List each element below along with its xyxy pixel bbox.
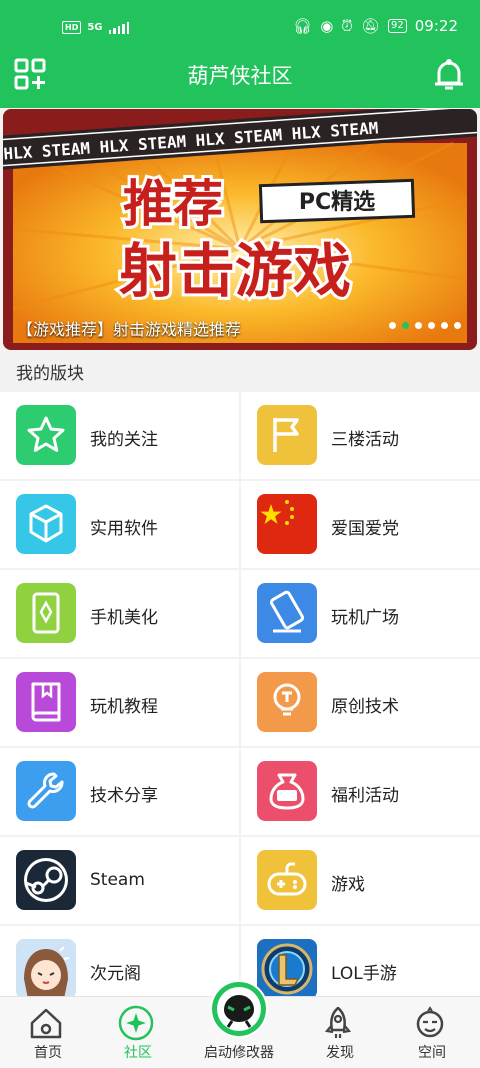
board-item-games[interactable]: 游戏 [241,837,480,924]
banner-line1: 推荐 [123,175,223,233]
board-item-tutorials[interactable]: 玩机教程 [0,659,239,746]
tab-space[interactable]: 空间 [384,997,480,1068]
board-item-patriotic[interactable]: 爱国爱党 [241,481,480,568]
board-label: 技术分享 [90,786,158,806]
flag-icon [257,405,317,465]
board-label: 次元阁 [90,964,141,984]
carousel-dot[interactable] [441,322,448,329]
board-item-following[interactable]: 我的关注 [0,392,239,479]
board-label: Steam [90,870,145,890]
status-right: 🎧︎ ◉ ⏰︎ 🔕︎ 92 09:22 [293,17,458,35]
board-item-software[interactable]: 实用软件 [0,481,239,568]
tab-label: 启动修改器 [204,1045,274,1061]
hd-badge: HD [62,21,82,34]
tab-label: 空间 [418,1045,446,1061]
tab-community[interactable]: 社区 [90,997,186,1068]
status-left: HD 5G [62,21,130,34]
board-label: 玩机教程 [90,697,158,717]
page-title: 葫芦侠社区 [187,64,293,88]
eye-icon: ◉ [320,17,334,35]
carousel-dot[interactable] [402,322,409,329]
phone-tilt-icon [257,583,317,643]
board-item-third-floor[interactable]: 三楼活动 [241,392,480,479]
board-label: 手机美化 [90,608,158,628]
network-label: 5G [87,22,103,33]
board-item-tech-share[interactable]: 技术分享 [0,748,239,835]
carousel-dot[interactable] [389,322,396,329]
anime-avatar-icon [16,939,76,999]
status-bar: HD 5G 🎧︎ ◉ ⏰︎ 🔕︎ 92 09:22 [0,0,480,50]
section-title: 我的版块 [16,364,84,384]
board-label: LOL手游 [331,964,397,984]
bell-icon[interactable] [431,57,467,93]
board-label: 游戏 [331,875,365,895]
promo-banner[interactable]: HLX STEAM HLX STEAM HLX STEAM HLX STEAM … [3,109,477,350]
board-label: 实用软件 [90,519,158,539]
board-item-steam[interactable]: Steam [0,837,239,924]
tab-discover[interactable]: 发现 [292,997,388,1068]
wrench-icon [16,761,76,821]
board-label: 我的关注 [90,430,158,450]
board-item-phone-plaza[interactable]: 玩机广场 [241,570,480,657]
book-icon [16,672,76,732]
carousel-dot[interactable] [428,322,435,329]
signal-icon [108,21,130,34]
tab-label: 发现 [326,1045,354,1061]
carousel-dot[interactable] [415,322,422,329]
bulb-icon [257,672,317,732]
cube-icon [16,494,76,554]
banner-line2: 射击游戏 [119,237,351,305]
headphones-icon: 🎧︎ [293,17,313,35]
board-label: 爱国爱党 [331,519,399,539]
steam-logo-icon [16,850,76,910]
profile-icon [416,1006,444,1038]
launcher-icon [212,982,266,1036]
carousel-dot[interactable] [454,322,461,329]
top-app-bar: HD 5G 🎧︎ ◉ ⏰︎ 🔕︎ 92 09:22 葫芦侠社区 [0,0,480,108]
star-icon [16,405,76,465]
board-label: 玩机广场 [331,608,399,628]
carousel-dots[interactable] [389,322,461,329]
board-item-welfare[interactable]: 福利活动 [241,748,480,835]
launch-modifier-button[interactable] [210,980,268,1038]
phone-decor-icon [16,583,76,643]
money-bag-icon [257,761,317,821]
board-item-beautify[interactable]: 手机美化 [0,570,239,657]
rocket-icon [324,1006,352,1038]
china-flag-icon [257,494,317,554]
tab-label: 社区 [124,1045,152,1061]
board-label: 福利活动 [331,786,399,806]
gamepad-icon [257,850,317,910]
community-icon [118,1005,154,1041]
mute-icon: 🔕︎ [360,17,381,35]
alarm-icon: ⏰︎ [341,17,353,35]
tab-label: 首页 [34,1045,62,1061]
clock: 09:22 [414,17,458,35]
board-label: 三楼活动 [331,430,399,450]
tab-home[interactable]: 首页 [0,997,96,1068]
banner-tag: PC精选 [299,189,375,215]
banner-artwork: HLX STEAM HLX STEAM HLX STEAM HLX STEAM … [3,109,477,350]
home-icon [30,1008,62,1039]
board-label: 原创技术 [331,697,399,717]
board-item-original-tech[interactable]: 原创技术 [241,659,480,746]
banner-caption: 【游戏推荐】射击游戏精选推荐 [17,320,242,339]
battery-icon: 92 [388,19,407,33]
